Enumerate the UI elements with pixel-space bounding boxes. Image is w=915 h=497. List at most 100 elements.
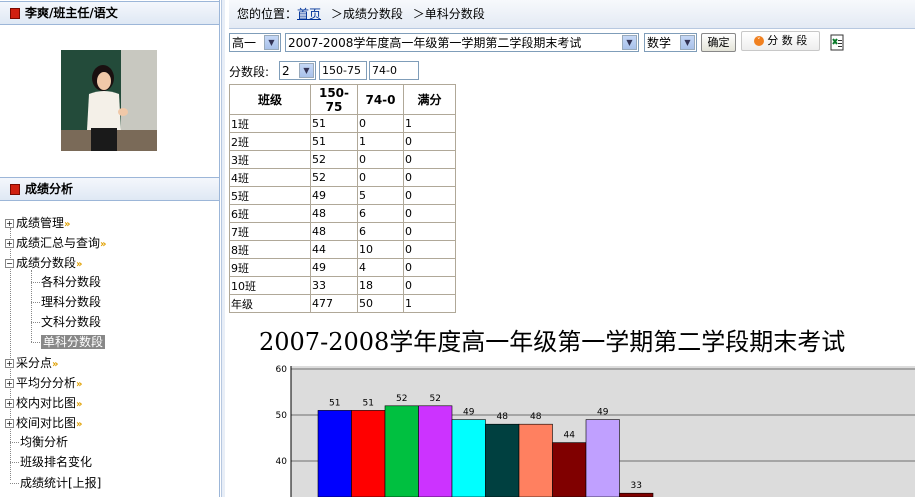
table-cell: 33 (310, 276, 358, 295)
segment-button[interactable]: ˅ 分 数 段 (741, 31, 820, 51)
collapse-icon[interactable]: − (5, 259, 14, 268)
column-header: 74-0 (357, 84, 404, 115)
segments-label: 分数段: (229, 65, 270, 79)
bar-1班 (317, 410, 352, 497)
table-cell: 48 (310, 204, 358, 223)
table-cell: 9班 (229, 258, 311, 277)
dropdown-arrow-icon[interactable]: ▼ (622, 35, 637, 50)
sidebar-item-arts-segments[interactable]: 文科分数段 (31, 313, 101, 331)
sidebar-item-class-rank-change[interactable]: 班级排名变化 (10, 453, 92, 471)
segments-count-select[interactable]: 2 ▼ (279, 61, 316, 80)
table-row: 4班 52 0 0 (229, 168, 456, 187)
table-cell: 51 (310, 114, 358, 133)
sidebar: 李爽/班主任/语文 成绩分析 + 成绩管理» + 成绩汇总与查询» − 成绩分数段» … (0, 0, 220, 497)
chevron-down-icon: ˅ (753, 36, 764, 46)
table-cell: 51 (310, 132, 358, 151)
sidebar-item-average-analysis[interactable]: + 平均分分析» (5, 374, 82, 392)
table-header-row: 班级 150-75 74-0 满分 (229, 84, 456, 115)
breadcrumb-home-link[interactable]: 首页 (297, 7, 321, 21)
table-cell: 6 (357, 222, 404, 241)
bar-value-label: 52 (430, 394, 441, 404)
table-cell: 1 (403, 294, 456, 313)
bar-chart: 2007-2008学年度高一年级第一学期第二学段期末考试 60 50 40 51 51 5… (229, 318, 915, 497)
table-cell: 48 (310, 222, 358, 241)
expand-icon[interactable]: + (5, 379, 14, 388)
expand-icon[interactable]: + (5, 359, 14, 368)
y-tick-label: 60 (276, 365, 288, 375)
bar-4班 (418, 405, 453, 497)
sidebar-item-score-segments[interactable]: − 成绩分数段» (5, 254, 82, 272)
sidebar-item-grade-stats-report[interactable]: 成绩统计[上报] (10, 474, 101, 492)
table-cell: 年级 (229, 294, 311, 313)
table-cell: 0 (403, 186, 456, 205)
sidebar-item-single-subject-segments[interactable]: 单科分数段 (31, 333, 106, 351)
expand-icon[interactable]: + (5, 419, 14, 428)
expand-icon[interactable]: + (5, 219, 14, 228)
bar-8班 (552, 442, 587, 497)
chart-title: 2007-2008学年度高一年级第一学期第二学段期末考试 (259, 328, 846, 356)
sidebar-item-grade-summary[interactable]: + 成绩汇总与查询» (5, 234, 106, 252)
section-title: 成绩分析 (25, 182, 74, 196)
sidebar-item-grade-management[interactable]: + 成绩管理» (5, 214, 70, 232)
y-tick-label: 40 (276, 457, 288, 467)
table-row: 1班 51 0 1 (229, 114, 456, 133)
sidebar-item-intra-school-chart[interactable]: + 校内对比图» (5, 394, 82, 412)
table-cell: 3班 (229, 150, 311, 169)
grade-select[interactable]: 高一 ▼ (229, 33, 281, 52)
table-cell: 0 (357, 114, 404, 133)
sidebar-item-inter-school-chart[interactable]: + 校间对比图» (5, 414, 82, 432)
bar-value-label: 48 (530, 412, 542, 422)
table-cell: 1 (403, 114, 456, 133)
dropdown-arrow-icon[interactable]: ▼ (264, 35, 279, 50)
y-tick-label: 50 (276, 411, 288, 421)
bar-value-label: 51 (329, 398, 340, 408)
table-row: 5班 49 5 0 (229, 186, 456, 205)
table-cell: 52 (310, 168, 358, 187)
double-chevron-icon: » (76, 259, 83, 270)
double-chevron-icon: » (64, 219, 71, 230)
column-header: 150-75 (310, 84, 358, 115)
bar-value-label: 48 (497, 412, 509, 422)
table-row: 9班 49 4 0 (229, 258, 456, 277)
table-cell: 4 (357, 258, 404, 277)
bar-6班 (485, 423, 520, 497)
table-cell: 2班 (229, 132, 311, 151)
sidebar-item-scoring-points[interactable]: + 采分点» (5, 354, 58, 372)
table-cell: 18 (357, 276, 404, 295)
dropdown-arrow-icon[interactable]: ▼ (299, 63, 314, 78)
table-row: 10班 33 18 0 (229, 276, 456, 295)
expand-icon[interactable]: + (5, 399, 14, 408)
expand-icon[interactable]: + (5, 239, 14, 248)
table-cell: 4班 (229, 168, 311, 187)
dropdown-arrow-icon[interactable]: ▼ (680, 35, 695, 50)
table-cell: 6班 (229, 204, 311, 223)
table-cell: 0 (403, 240, 456, 259)
sidebar-item-balance-analysis[interactable]: 均衡分析 (10, 433, 68, 451)
bar-5班 (451, 419, 486, 497)
exam-select[interactable]: 2007-2008学年度高一年级第一学期第二学段期末考试 ▼ (285, 33, 639, 52)
range1-input[interactable]: 150-75 (319, 61, 367, 80)
column-header: 班级 (229, 84, 311, 115)
red-square-icon (10, 184, 20, 195)
confirm-button[interactable]: 确定 (701, 33, 736, 52)
sidebar-item-subject-segments[interactable]: 各科分数段 (31, 273, 101, 291)
splitter[interactable] (221, 0, 225, 497)
bar-value-label: 44 (564, 431, 576, 441)
table-cell: 49 (310, 186, 358, 205)
table-cell: 5班 (229, 186, 311, 205)
table-row: 6班 48 6 0 (229, 204, 456, 223)
range2-input[interactable]: 74-0 (369, 61, 419, 80)
table-cell: 49 (310, 258, 358, 277)
double-chevron-icon: » (76, 419, 83, 430)
sidebar-item-science-segments[interactable]: 理科分数段 (31, 293, 101, 311)
user-header: 李爽/班主任/语文 (0, 1, 219, 25)
double-chevron-icon: » (100, 239, 107, 250)
table-cell: 0 (403, 258, 456, 277)
table-cell: 6 (357, 204, 404, 223)
subject-select[interactable]: 数学 ▼ (644, 33, 697, 52)
export-excel-icon[interactable] (828, 34, 845, 51)
bar-value-label: 52 (396, 394, 407, 404)
table-cell: 0 (403, 204, 456, 223)
segments-table: 班级 150-75 74-0 满分 1班 51 0 1 2班 51 1 0 3班 52 0 0 4班 52… (229, 84, 456, 313)
bar-7班 (518, 423, 553, 497)
